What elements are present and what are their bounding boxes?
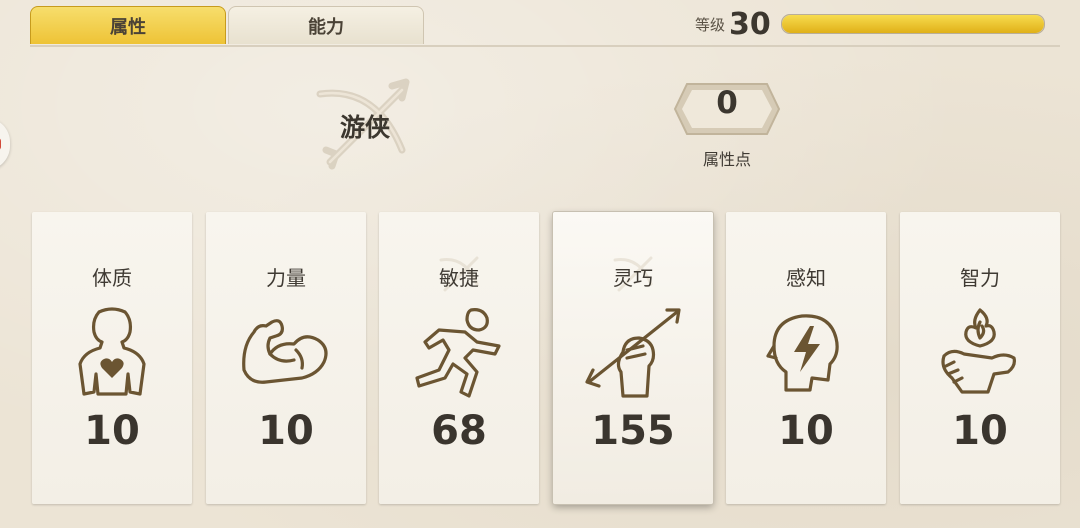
stat-value: 68 — [431, 408, 487, 454]
class-name: 游侠 — [339, 113, 390, 142]
stat-label: 灵巧 — [613, 266, 653, 290]
hand-arrow-icon — [585, 308, 681, 398]
level-display: 等级 30 — [695, 6, 1045, 42]
level-label: 等级 — [695, 15, 726, 34]
attribute-points-value: 0 — [716, 85, 738, 121]
stat-card-constitution[interactable]: 体质 10 — [32, 212, 192, 504]
head-lightning-icon — [766, 314, 839, 392]
tab-divider — [30, 45, 1060, 47]
tab-abilities[interactable]: 能力 — [228, 6, 424, 44]
experience-bar — [780, 14, 1045, 34]
stat-label: 力量 — [266, 266, 306, 290]
stat-card-agility[interactable]: 敏捷 68 — [379, 212, 539, 504]
tab-attributes[interactable]: 属性 — [30, 6, 226, 44]
body-heart-icon — [78, 307, 146, 396]
hand-flame-icon — [941, 308, 1016, 394]
stat-label: 体质 — [92, 266, 132, 290]
stat-value: 10 — [952, 408, 1008, 454]
stat-value: 10 — [778, 408, 834, 454]
level-value: 30 — [729, 6, 771, 42]
tab-bar: 属性 能力 — [30, 6, 426, 46]
stat-value: 10 — [258, 408, 314, 454]
stat-card-strength[interactable]: 力量 10 — [206, 212, 366, 504]
stat-card-perception[interactable]: 感知 10 — [726, 212, 886, 504]
stat-value: 10 — [84, 408, 140, 454]
stat-card-intelligence[interactable]: 智力 10 — [900, 212, 1060, 504]
stat-card-dexterity[interactable]: 灵巧 155 — [553, 212, 713, 504]
stat-value: 155 — [591, 408, 675, 454]
stat-label: 智力 — [960, 266, 1000, 290]
experience-bar-fill — [781, 15, 1044, 33]
stat-label: 感知 — [786, 266, 826, 290]
stat-label: 敏捷 — [439, 266, 479, 290]
attribute-points-label: 属性点 — [702, 150, 751, 169]
running-figure-icon — [415, 308, 501, 398]
flexed-arm-icon — [242, 319, 328, 384]
